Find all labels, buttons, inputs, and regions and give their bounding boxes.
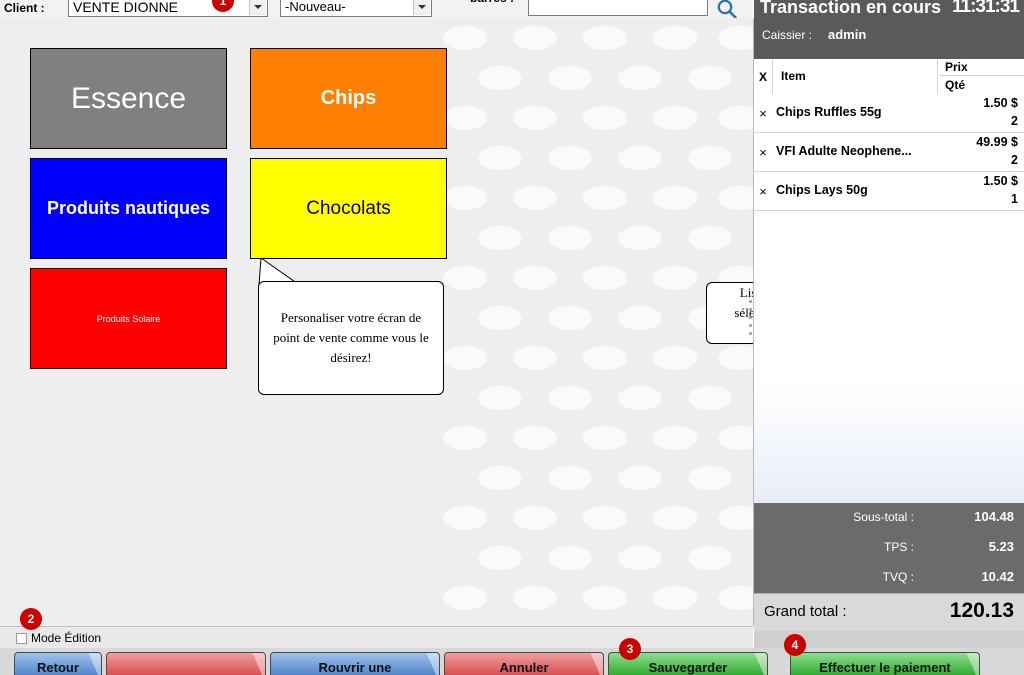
caissier-value: admin [828, 27, 867, 42]
button-label: Annuler [499, 659, 549, 675]
grand-total-row: Grand total : 120.13 [754, 593, 1024, 632]
annotation-badge-2: 2 [20, 608, 42, 630]
caissier-label: Caissier : [762, 28, 813, 42]
retour-button[interactable]: Retour [14, 652, 102, 675]
column-header-qte: Qté [945, 78, 966, 92]
grand-total-label: Grand total : [764, 603, 847, 620]
item-price: 1.50 $ [983, 174, 1018, 188]
grid-empty-area [754, 232, 1024, 503]
subtotal-row: Sous-total : 104.48 [754, 503, 1024, 533]
button-corner-decoration [252, 653, 265, 675]
button-label: Effectuer le paiement [819, 659, 951, 675]
annotation-badge-4: 4 [784, 634, 806, 656]
item-price: 49.99 $ [976, 135, 1018, 149]
tvq-label: TVQ : [882, 570, 914, 584]
pos-tile-label: Chips [320, 87, 377, 109]
column-header-x: X [754, 59, 773, 94]
mode-edition-label: Mode Édition [31, 631, 102, 645]
annotation-badge-3: 3 [619, 638, 641, 660]
client-label: Client : [4, 1, 45, 15]
table-row[interactable]: × Chips Lays 50g 1.50 $ 1 [754, 172, 1024, 211]
transaction-header: Transaction en cours 11:31:31 [754, 0, 1024, 20]
item-quantity: 1 [1011, 192, 1018, 206]
pos-tile-chips[interactable]: Chips [250, 48, 447, 149]
pos-tile-label: Essence [70, 81, 187, 115]
callout-personalisation: Personaliser votre écran de point de ven… [258, 281, 444, 395]
chevron-down-icon[interactable] [249, 0, 266, 15]
rouvrir-une-button[interactable]: Rouvrir une [270, 652, 440, 675]
tps-value: 5.23 [988, 539, 1014, 554]
grid-header: X Item Prix Qté [754, 59, 1024, 95]
tvq-value: 10.42 [981, 569, 1014, 584]
column-header-prix: Prix [939, 59, 1024, 76]
callout-liste-produits: Liste des produits sélectionnés pour le … [706, 282, 753, 344]
client-combobox[interactable]: VENTE DIONNE [68, 0, 268, 17]
nouveau-combobox[interactable]: -Nouveau- [280, 0, 432, 17]
table-row[interactable]: × Chips Ruffles 55g 1.50 $ 2 [754, 94, 1024, 133]
chevron-down-icon[interactable] [413, 0, 430, 15]
secondary-red-button[interactable] [106, 652, 266, 675]
item-name: VFI Adulte Neophene... [776, 144, 912, 158]
subtotal-label: Sous-total : [853, 510, 914, 524]
button-corner-decoration [426, 653, 439, 675]
button-corner-decoration [88, 653, 101, 675]
column-header-item: Item [773, 59, 938, 94]
remove-item-icon[interactable]: × [754, 172, 772, 210]
panel-splitter[interactable] [748, 300, 753, 340]
transaction-clock: 11:31:31 [951, 0, 1020, 17]
pos-tile-chocolats[interactable]: Chocolats [250, 158, 447, 259]
grand-total-value: 120.13 [949, 599, 1014, 622]
tvq-row: TVQ : 10.42 [754, 563, 1024, 593]
code-barres-label: barres : [470, 0, 526, 4]
caissier-row: Caissier : admin [754, 20, 1024, 55]
table-row[interactable]: × VFI Adulte Neophene... 49.99 $ 2 [754, 133, 1024, 172]
nouveau-combobox-value: -Nouveau- [285, 0, 346, 14]
tps-row: TPS : 5.23 [754, 533, 1024, 563]
mode-edition-checkbox[interactable] [16, 633, 27, 644]
callout-text: Personaliser votre écran de point de ven… [273, 310, 429, 365]
item-name: Chips Ruffles 55g [776, 105, 882, 119]
pos-tile-essence[interactable]: Essence [30, 48, 227, 149]
button-corner-decoration [966, 653, 979, 675]
item-quantity: 2 [1011, 114, 1018, 128]
button-label: Rouvrir une [318, 659, 392, 675]
pos-tile-label: Produits nautiques [46, 198, 210, 218]
pos-tile-label: Produits Solaire [96, 313, 161, 324]
pos-tile-produits-nautiques[interactable]: Produits nautiques [30, 158, 227, 259]
tps-label: TPS : [883, 540, 914, 554]
transaction-items-grid: X Item Prix Qté × Chips Ruffles 55g 1.50… [754, 59, 1024, 503]
remove-item-icon[interactable]: × [754, 133, 772, 171]
button-label: Retour [37, 659, 79, 675]
pos-tile-area: Essence Chips Produits nautiques Chocola… [0, 18, 754, 626]
action-button-row: Retour Rouvrir une Annuler Sauvegarder E… [0, 648, 1024, 675]
annuler-button[interactable]: Annuler [444, 652, 604, 675]
transaction-panel: Transaction en cours 11:31:31 Caissier :… [754, 0, 1024, 648]
transaction-title: Transaction en cours [760, 0, 942, 17]
effectuer-le-paiement-button[interactable]: Effectuer le paiement [790, 652, 980, 675]
subtotal-value: 104.48 [974, 509, 1014, 524]
item-quantity: 2 [1011, 153, 1018, 167]
client-combobox-value: VENTE DIONNE [73, 0, 179, 15]
code-barres-input[interactable] [528, 0, 708, 16]
pos-tile-produits-solaire[interactable]: Produits Solaire [30, 268, 227, 369]
button-corner-decoration [590, 653, 603, 675]
search-icon[interactable] [716, 0, 738, 20]
totals-section: Sous-total : 104.48 TPS : 5.23 TVQ : 10.… [754, 503, 1024, 593]
button-label: Sauvegarder [648, 659, 728, 675]
item-price: 1.50 $ [983, 96, 1018, 110]
pos-tile-label: Chocolats [306, 197, 391, 219]
item-name: Chips Lays 50g [776, 183, 868, 197]
button-corner-decoration [754, 653, 767, 675]
top-toolbar: Client : VENTE DIONNE -Nouveau- barres : [0, 0, 753, 19]
remove-item-icon[interactable]: × [754, 94, 772, 132]
